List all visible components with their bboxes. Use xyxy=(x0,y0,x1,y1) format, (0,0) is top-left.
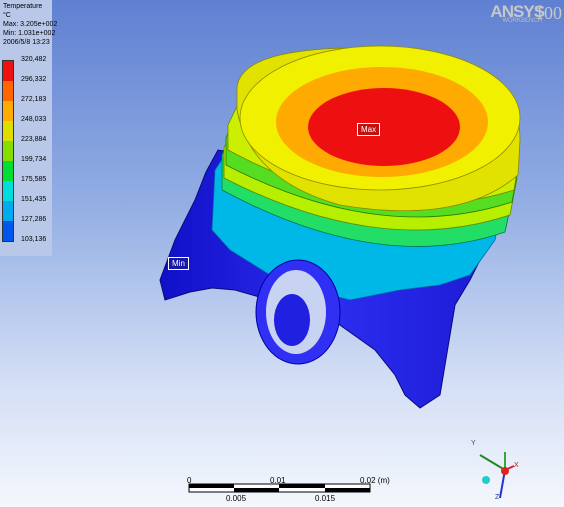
scale-label-0015: 0.015 xyxy=(315,494,336,503)
scale-label-001: 0.01 xyxy=(270,476,286,485)
crown-ring-red xyxy=(308,88,460,166)
piston-model[interactable] xyxy=(0,0,564,507)
graphics-viewport[interactable]: Temperature °C Max: 3.205e+002 Min: 1.03… xyxy=(0,0,564,507)
min-probe-label[interactable]: Min xyxy=(168,257,189,270)
triad-y-label: Y xyxy=(471,440,476,447)
max-probe-label[interactable]: Max xyxy=(357,123,381,136)
scale-label-0005: 0.005 xyxy=(226,494,247,503)
triad-z-label: Z xyxy=(495,494,500,501)
scale-label-002: 0.02 (m) xyxy=(360,476,390,485)
triad-x-label: X xyxy=(514,462,519,469)
scale-label-0: 0 xyxy=(187,476,192,485)
